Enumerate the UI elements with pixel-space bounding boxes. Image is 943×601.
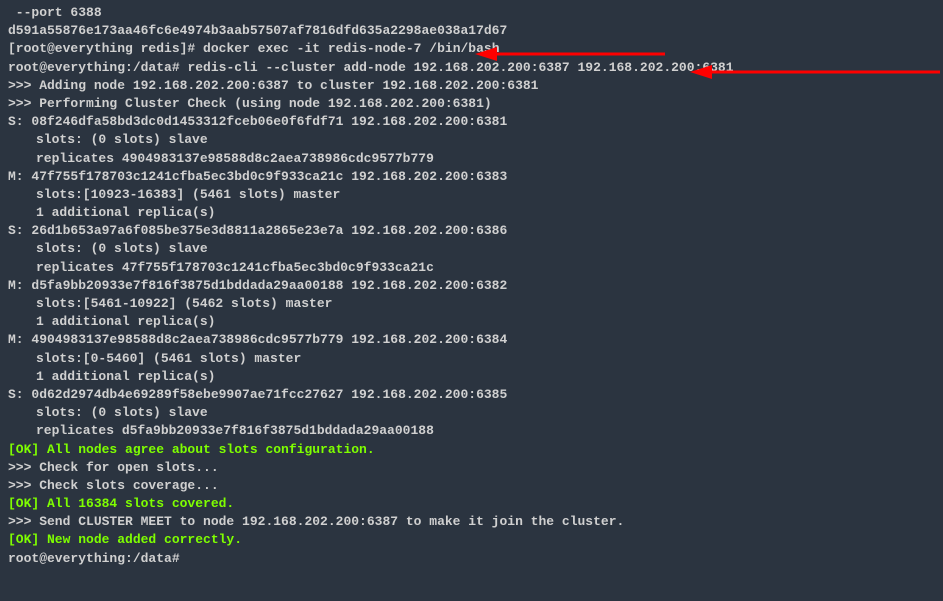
shell-prompt: [root@everything redis]# xyxy=(8,41,203,56)
output-line: replicates 47f755f178703c1241cfba5ec3bd0… xyxy=(8,259,935,277)
output-line: slots:[10923-16383] (5461 slots) master xyxy=(8,186,935,204)
output-line: >>> Check slots coverage... xyxy=(8,477,935,495)
output-line: >>> Performing Cluster Check (using node… xyxy=(8,95,935,113)
output-line: 1 additional replica(s) xyxy=(8,204,935,222)
output-line: --port 6388 xyxy=(8,4,935,22)
output-line: M: 47f755f178703c1241cfba5ec3bd0c9f933ca… xyxy=(8,168,935,186)
command-text: redis-cli --cluster add-node 192.168.202… xyxy=(187,60,733,75)
output-line: replicates 4904983137e98588d8c2aea738986… xyxy=(8,150,935,168)
output-line: slots: (0 slots) slave xyxy=(8,240,935,258)
ok-line: [OK] All 16384 slots covered. xyxy=(8,495,935,513)
terminal-output[interactable]: --port 6388 d591a55876e173aa46fc6e4974b3… xyxy=(8,4,935,568)
output-line: slots:[5461-10922] (5462 slots) master xyxy=(8,295,935,313)
output-line: S: 26d1b653a97a6f085be375e3d8811a2865e23… xyxy=(8,222,935,240)
output-line: slots: (0 slots) slave xyxy=(8,404,935,422)
output-line: 1 additional replica(s) xyxy=(8,313,935,331)
output-line: >>> Send CLUSTER MEET to node 192.168.20… xyxy=(8,513,935,531)
output-line: slots:[0-5460] (5461 slots) master xyxy=(8,350,935,368)
command-text: docker exec -it redis-node-7 /bin/bash xyxy=(203,41,499,56)
ok-line: [OK] All nodes agree about slots configu… xyxy=(8,441,935,459)
output-line: M: d5fa9bb20933e7f816f3875d1bddada29aa00… xyxy=(8,277,935,295)
ok-line: [OK] New node added correctly. xyxy=(8,531,935,549)
output-line: slots: (0 slots) slave xyxy=(8,131,935,149)
output-line: M: 4904983137e98588d8c2aea738986cdc9577b… xyxy=(8,331,935,349)
command-line: root@everything:/data# redis-cli --clust… xyxy=(8,59,935,77)
command-line: [root@everything redis]# docker exec -it… xyxy=(8,40,935,58)
output-line: d591a55876e173aa46fc6e4974b3aab57507af78… xyxy=(8,22,935,40)
output-line: replicates d5fa9bb20933e7f816f3875d1bdda… xyxy=(8,422,935,440)
output-line: S: 0d62d2974db4e69289f58ebe9907ae71fcc27… xyxy=(8,386,935,404)
output-line: >>> Adding node 192.168.202.200:6387 to … xyxy=(8,77,935,95)
output-line: S: 08f246dfa58bd3dc0d1453312fceb06e0f6fd… xyxy=(8,113,935,131)
output-line: >>> Check for open slots... xyxy=(8,459,935,477)
output-line: 1 additional replica(s) xyxy=(8,368,935,386)
shell-prompt: root@everything:/data# xyxy=(8,60,187,75)
shell-prompt: root@everything:/data# xyxy=(8,550,935,568)
